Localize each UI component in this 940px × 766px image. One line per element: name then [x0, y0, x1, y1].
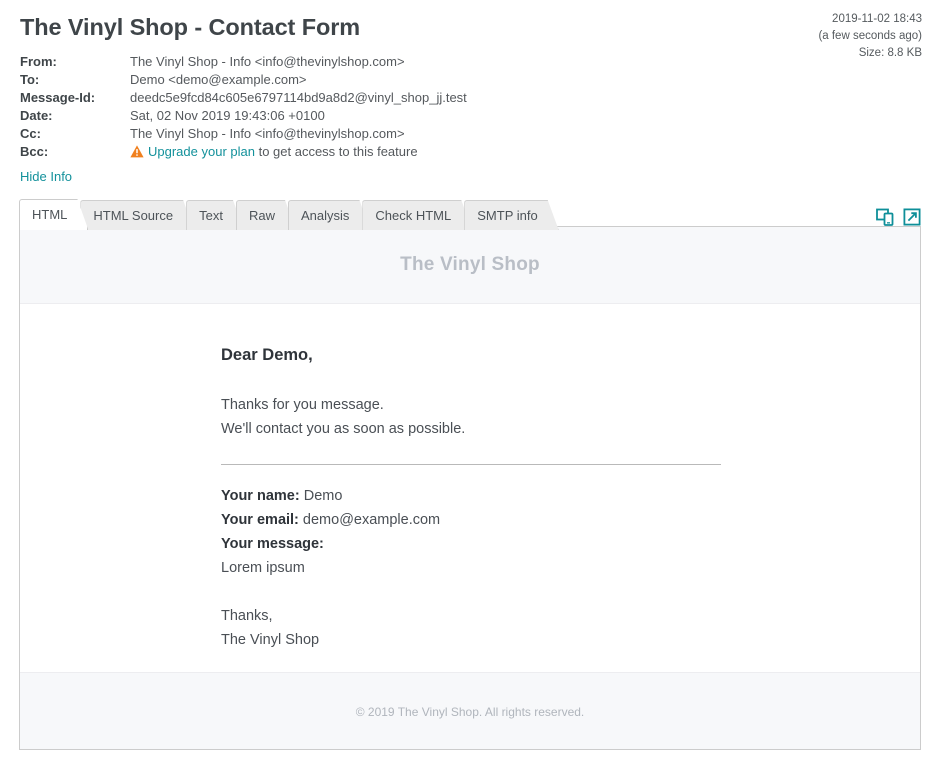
warning-triangle-icon [130, 145, 144, 158]
info-value-from: The Vinyl Shop - Info <info@thevinylshop… [130, 54, 405, 69]
email-greeting: Dear Demo, [221, 346, 313, 364]
tab-bar-actions [876, 208, 921, 226]
info-row-cc: Cc: The Vinyl Shop - Info <info@thevinyl… [20, 125, 467, 143]
info-label-bcc: Bcc: [20, 144, 49, 159]
tab-raw[interactable]: Raw [236, 200, 296, 230]
email-footer-band: © 2019 The Vinyl Shop. All rights reserv… [20, 672, 920, 749]
info-label-from: From: [20, 54, 57, 69]
field-value-email: demo@example.com [298, 512, 441, 528]
tab-analysis[interactable]: Analysis [288, 200, 370, 230]
info-value-date: Sat, 02 Nov 2019 19:43:06 +0100 [130, 108, 325, 123]
info-value-bcc: Upgrade your plan to get access to this … [130, 143, 467, 161]
info-label-message-id: Message-Id: [20, 90, 96, 105]
field-label-name: Your name: [221, 488, 300, 504]
info-label-date: Date: [20, 108, 53, 123]
info-row-date: Date: Sat, 02 Nov 2019 19:43:06 +0100 [20, 107, 467, 125]
email-content: Dear Demo, Thanks for you message. We'll… [221, 346, 721, 652]
email-paragraph-2: We'll contact you as soon as possible. [221, 421, 466, 437]
info-value-cc: The Vinyl Shop - Info <info@thevinylshop… [130, 126, 405, 141]
toggle-info-link[interactable]: Hide Info [20, 169, 72, 184]
info-value-to: Demo <demo@example.com> [130, 72, 307, 87]
page-header: The Vinyl Shop - Contact Form 2019-11-02… [0, 0, 940, 186]
relative-timestamp: (a few seconds ago) [818, 30, 922, 42]
field-label-message: Your message: [221, 536, 324, 552]
received-timestamp: 2019-11-02 18:43 [832, 13, 922, 25]
info-row-message-id: Message-Id: deedc5e9fcd84c605e6797114bd9… [20, 89, 467, 107]
tab-html[interactable]: HTML [19, 199, 88, 230]
message-meta: 2019-11-02 18:43 (a few seconds ago) Siz… [818, 11, 922, 62]
tab-bar: HTML HTML Source Text Raw Analysis Check… [0, 198, 940, 230]
email-divider [221, 464, 721, 465]
field-value-message: Lorem ipsum [221, 560, 305, 576]
tab-text[interactable]: Text [186, 200, 244, 230]
field-label-email: Your email: [221, 512, 299, 528]
email-signoff-1: Thanks, [221, 608, 273, 624]
email-paragraph-1: Thanks for you message. [221, 397, 384, 413]
info-row-bcc: Bcc: Upgrade your plan to get access to … [20, 143, 467, 161]
tab-smtp-info[interactable]: SMTP info [464, 200, 558, 230]
field-your-email: Your email: demo@example.com [221, 508, 721, 532]
message-size: Size: 8.8 KB [858, 47, 922, 59]
field-value-name: Demo [299, 488, 343, 504]
open-in-new-window-icon[interactable] [903, 208, 921, 226]
email-brand-heading: The Vinyl Shop [400, 254, 540, 275]
email-copyright: © 2019 The Vinyl Shop. All rights reserv… [355, 704, 585, 719]
info-value-message-id: deedc5e9fcd84c605e6797114bd9a8d2@vinyl_s… [130, 90, 467, 105]
responsive-preview-icon[interactable] [876, 208, 894, 226]
email-header-band: The Vinyl Shop [20, 227, 920, 304]
message-info-table: From: The Vinyl Shop - Info <info@thevin… [20, 53, 467, 161]
info-label-cc: Cc: [20, 126, 41, 141]
upgrade-plan-link[interactable]: Upgrade your plan [148, 144, 255, 159]
email-body: Dear Demo, Thanks for you message. We'll… [20, 304, 920, 672]
tab-check-html[interactable]: Check HTML [362, 200, 472, 230]
info-row-from: From: The Vinyl Shop - Info <info@thevin… [20, 53, 467, 71]
bcc-suffix-text: to get access to this feature [254, 144, 418, 159]
page-title: The Vinyl Shop - Contact Form [20, 14, 361, 40]
info-row-to: To: Demo <demo@example.com> [20, 71, 467, 89]
field-your-message-label: Your message: [221, 532, 721, 556]
tab-html-source[interactable]: HTML Source [80, 200, 194, 230]
email-signoff-2: The Vinyl Shop [221, 632, 320, 648]
field-your-name: Your name: Demo [221, 484, 721, 508]
email-preview-panel: The Vinyl Shop Dear Demo, Thanks for you… [19, 226, 921, 750]
info-label-to: To: [20, 72, 40, 87]
tab-list: HTML HTML Source Text Raw Analysis Check… [19, 198, 921, 230]
